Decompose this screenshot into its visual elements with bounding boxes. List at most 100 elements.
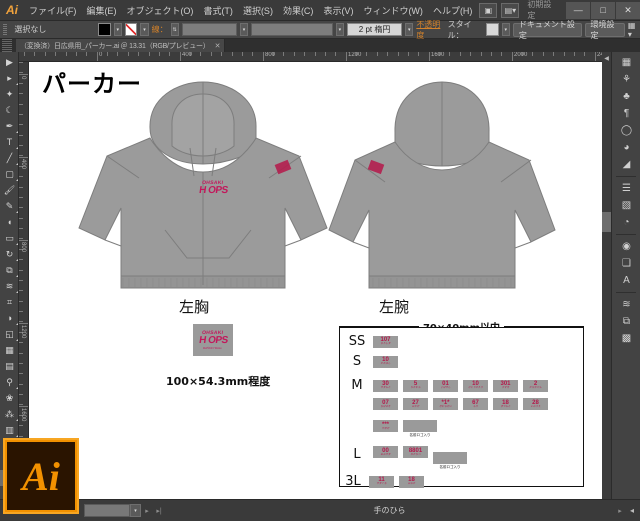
ruler-tick: [293, 52, 295, 56]
color-panel-icon[interactable]: ▦: [612, 54, 640, 71]
tool-rotate[interactable]: ↻: [0, 246, 19, 262]
menu-type[interactable]: 書式(T): [198, 0, 238, 21]
document-tab[interactable]: （変換済）日広県用_パーカー.ai ＠ 13.31（RGB/プレビュー） ✕: [16, 39, 226, 52]
stroke-color-swatch[interactable]: [124, 23, 138, 36]
ruler-tick: [480, 52, 482, 56]
tool-lasso[interactable]: ☾: [0, 102, 19, 118]
layers-panel-icon[interactable]: ≋: [612, 296, 640, 313]
graphic-styles-icon[interactable]: ❏: [612, 255, 640, 272]
stroke-weight-input[interactable]: [181, 23, 237, 36]
next-artboard-button[interactable]: ▸: [141, 507, 153, 515]
menu-file[interactable]: ファイル(F): [24, 0, 82, 21]
artboards-panel-icon[interactable]: ⧉: [612, 313, 640, 330]
menu-edit[interactable]: 編集(E): [81, 0, 121, 21]
tool-blend[interactable]: ❀: [0, 390, 19, 406]
tool-pencil[interactable]: ✎: [0, 198, 19, 214]
stroke-weight-stepper[interactable]: ⇅: [170, 23, 179, 36]
name-logo-caption: 名前ロゴ入り: [439, 465, 461, 469]
menu-object[interactable]: オブジェクト(O): [121, 0, 198, 21]
tool-magic-wand[interactable]: ✦: [0, 86, 19, 102]
zoom-level-input[interactable]: [84, 504, 130, 517]
ruler-tick: [19, 362, 23, 364]
transparency-panel-icon[interactable]: ◔: [612, 214, 640, 231]
panel-scrollbar-thumb[interactable]: [602, 212, 611, 232]
zoom-level-dropdown-arrow[interactable]: ▾: [130, 504, 141, 517]
tool-eyedropper[interactable]: ⚲: [0, 374, 19, 390]
preferences-button[interactable]: 環境設定: [584, 20, 625, 40]
horizontal-ruler[interactable]: 04008001200160020002400: [19, 52, 611, 62]
fill-dropdown-arrow[interactable]: ▾: [113, 23, 122, 36]
tool-blob-brush[interactable]: ◖: [0, 214, 19, 230]
stroke-dropdown-arrow[interactable]: ▾: [140, 23, 149, 36]
gradient-panel-icon[interactable]: ◢: [612, 156, 640, 173]
tool-paintbrush[interactable]: 🖌: [0, 182, 19, 198]
tool-symbol-sprayer[interactable]: ⁂: [0, 406, 19, 422]
tool-scale[interactable]: ⧉: [0, 262, 19, 278]
number-chip: 18 まつもと: [493, 398, 518, 410]
ruler-tick: [210, 52, 212, 56]
document-tab-close-icon[interactable]: ✕: [215, 42, 221, 50]
brush-definition-input[interactable]: [251, 23, 333, 36]
status-menu-arrow[interactable]: ▸: [614, 507, 626, 515]
stroke-profile-arrow[interactable]: ▾: [405, 23, 414, 36]
artboard[interactable]: パーカー OHSAKI H OPS 左胸 左腕 OHSAKI H OPS BAS…: [29, 62, 602, 499]
menu-view[interactable]: 表示(V): [318, 0, 358, 21]
brushes-panel-icon[interactable]: ♣: [612, 88, 640, 105]
tool-free-transform[interactable]: ⌗: [0, 294, 19, 310]
style-swatch[interactable]: [486, 23, 499, 36]
control-bar-grip[interactable]: [3, 23, 8, 36]
tool-pen[interactable]: ✒: [0, 118, 19, 134]
tool-shape-builder[interactable]: ◑: [0, 310, 19, 326]
status-bar-right: ▸ ◂: [614, 506, 640, 515]
stroke-profile-select[interactable]: 2 pt 楕円: [347, 23, 403, 36]
screen-mode-icon[interactable]: ▤▾: [501, 2, 520, 18]
control-bar-overflow-icon[interactable]: ▦ ▾: [628, 21, 640, 39]
swatches-panel-icon[interactable]: ◕: [612, 139, 640, 156]
appearance-panel-icon[interactable]: ◉: [612, 238, 640, 255]
opacity-label[interactable]: 不透明度: [416, 19, 444, 41]
tool-line-segment[interactable]: ╱: [0, 150, 19, 166]
document-setup-button[interactable]: ドキュメント設定: [512, 20, 582, 40]
style-dropdown-arrow[interactable]: ▾: [501, 23, 510, 36]
canvas-area[interactable]: パーカー OHSAKI H OPS 左胸 左腕 OHSAKI H OPS BAS…: [29, 62, 602, 499]
menu-effect[interactable]: 効果(C): [278, 0, 319, 21]
links-panel-icon[interactable]: ▩: [612, 330, 640, 347]
fill-color-swatch[interactable]: [97, 23, 111, 36]
paragraph-panel-icon[interactable]: ☰: [612, 180, 640, 197]
tool-type[interactable]: T: [0, 134, 19, 150]
window-close-button[interactable]: ✕: [616, 1, 640, 19]
symbols-panel-icon[interactable]: ¶: [612, 105, 640, 122]
tool-width[interactable]: ≋: [0, 278, 19, 294]
ruler-major-tick: [19, 157, 28, 158]
vertical-ruler[interactable]: 0 400 800 1200 1600: [19, 62, 29, 499]
menu-help[interactable]: ヘルプ(H): [428, 0, 478, 21]
tool-mesh[interactable]: ▦: [0, 342, 19, 358]
menu-select[interactable]: 選択(S): [238, 0, 278, 21]
tool-gradient[interactable]: ▤: [0, 358, 19, 374]
table-row: 3L 11 やまぐち 18 おおた: [342, 474, 424, 489]
window-minimize-button[interactable]: —: [566, 1, 591, 19]
tool-selection[interactable]: ▶: [0, 54, 19, 70]
window-maximize-button[interactable]: □: [591, 1, 616, 19]
color-guide-icon[interactable]: ⚘: [612, 71, 640, 88]
status-options-icon[interactable]: ◂: [630, 506, 634, 515]
arrange-documents-icon[interactable]: ▣: [479, 2, 498, 18]
tool-perspective-grid[interactable]: ◱: [0, 326, 19, 342]
number-chip-name: いのうえ: [530, 404, 541, 408]
ruler-tick: [449, 52, 451, 56]
last-artboard-button[interactable]: ▸|: [153, 507, 165, 515]
tool-eraser[interactable]: ▭: [0, 230, 19, 246]
tool-direct-selection[interactable]: ▸: [0, 70, 19, 86]
stroke-panel-icon[interactable]: ◯: [612, 122, 640, 139]
stroke-weight-arrow[interactable]: ▾: [239, 23, 249, 36]
name-logo-caption: 名前ロゴ入り: [409, 433, 431, 437]
character-panel-icon[interactable]: A: [612, 272, 640, 289]
tool-column-graph[interactable]: ▥: [0, 422, 19, 438]
panel-collapse-button[interactable]: ◀: [602, 52, 611, 499]
menu-window[interactable]: ウィンドウ(W): [358, 0, 428, 21]
ruler-label: 1600: [20, 408, 26, 422]
tab-bar-grip[interactable]: [2, 39, 12, 52]
align-panel-icon[interactable]: ▧: [612, 197, 640, 214]
brush-definition-arrow[interactable]: ▾: [335, 23, 344, 36]
tool-rectangle[interactable]: ▢: [0, 166, 19, 182]
